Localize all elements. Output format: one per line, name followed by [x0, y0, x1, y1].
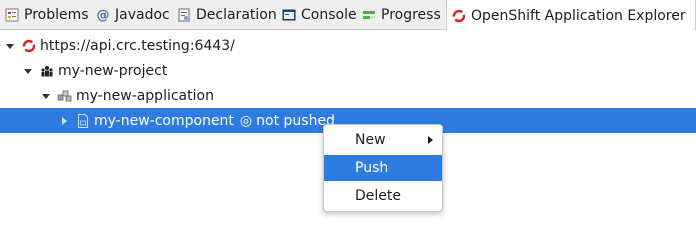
tab-label: OpenShift Application Explorer: [471, 7, 686, 24]
submenu-arrow-icon: [428, 136, 433, 144]
tree-node-project[interactable]: my-new-project: [0, 58, 696, 83]
tab-console[interactable]: Console: [281, 0, 357, 30]
console-icon: [281, 7, 297, 23]
problems-icon: [4, 7, 20, 23]
expand-down-icon[interactable]: [40, 90, 52, 102]
tab-declaration[interactable]: Declaration: [176, 0, 277, 30]
menu-item-label: New: [355, 132, 386, 148]
tab-label: Javadoc: [115, 7, 170, 23]
openshift-icon: [21, 38, 37, 54]
expand-right-icon[interactable]: [58, 115, 70, 127]
openshift-icon: [451, 8, 467, 24]
expand-down-icon[interactable]: [22, 65, 34, 77]
tab-openshift-application-explorer[interactable]: OpenShift Application Explorer: [446, 0, 696, 31]
tree-node-cluster[interactable]: https://api.crc.testing:6443/: [0, 33, 696, 58]
progress-icon: [361, 7, 377, 23]
expand-down-icon[interactable]: [4, 40, 16, 52]
context-menu-item-push[interactable]: Push: [324, 155, 442, 181]
tree-node-application[interactable]: my-new-application: [0, 83, 696, 108]
context-menu: New Push Delete: [323, 124, 443, 212]
tree-node-label: https://api.crc.testing:6443/: [40, 37, 235, 54]
tab-label: Progress: [381, 7, 441, 23]
tab-javadoc[interactable]: @ Javadoc: [95, 0, 170, 30]
component-icon: [75, 113, 91, 129]
context-menu-item-new[interactable]: New: [324, 127, 442, 153]
tab-problems[interactable]: Problems: [4, 0, 89, 30]
javadoc-icon: @: [96, 7, 110, 23]
tree-node-label: my-new-project: [58, 62, 168, 79]
tree-node-label: my-new-application: [76, 87, 214, 104]
context-menu-item-delete[interactable]: Delete: [324, 183, 442, 209]
tab-label: Console: [301, 7, 357, 23]
tab-label: Declaration: [196, 7, 277, 23]
project-icon: [39, 63, 55, 79]
tab-progress[interactable]: Progress: [361, 0, 441, 30]
tree-node-label: my-new-component: [94, 112, 234, 129]
view-tab-bar: Problems @ Javadoc Declaration Console P…: [0, 0, 696, 31]
tab-label: Problems: [24, 7, 89, 23]
application-icon: [57, 88, 73, 104]
declaration-icon: [176, 7, 192, 23]
menu-item-label: Push: [355, 160, 389, 176]
menu-item-label: Delete: [355, 188, 401, 204]
status-separator-icon: ◎: [239, 112, 253, 129]
